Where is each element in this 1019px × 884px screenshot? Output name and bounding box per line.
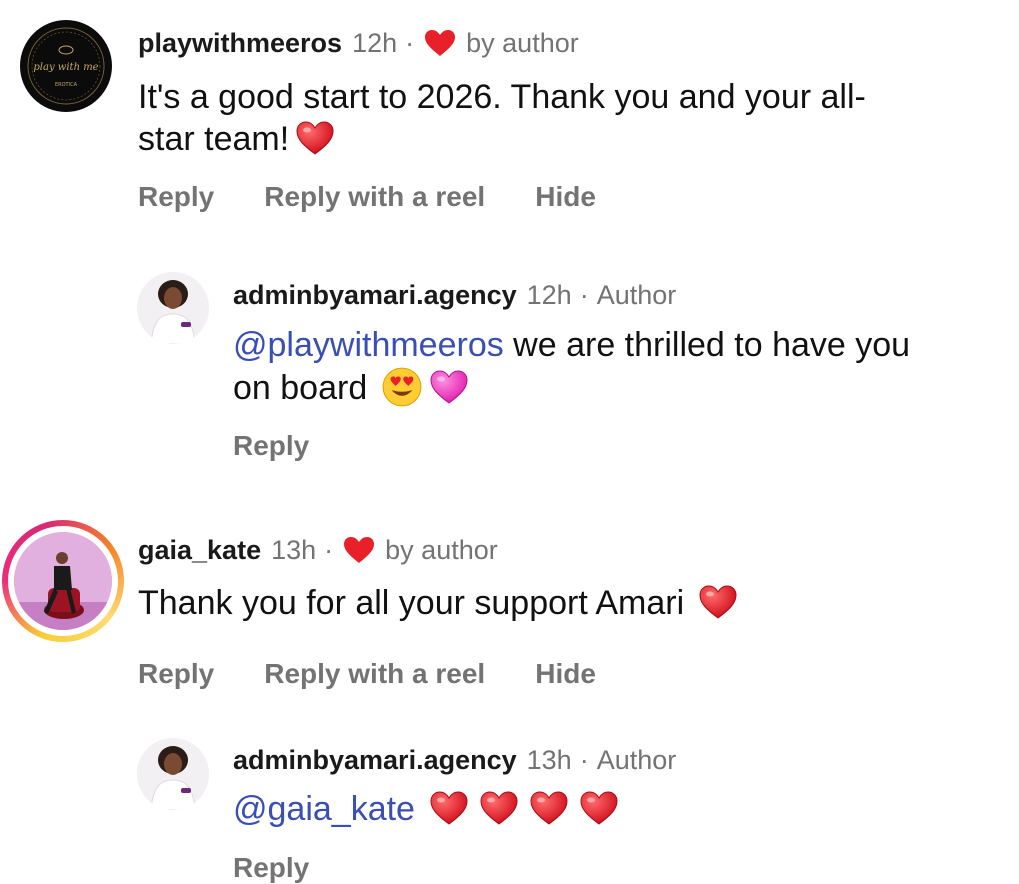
- reply-with-reel-button[interactable]: Reply with a reel: [264, 658, 485, 690]
- reply-button[interactable]: Reply: [138, 658, 214, 690]
- username[interactable]: gaia_kate: [138, 533, 261, 567]
- reply-with-reel-button[interactable]: Reply with a reel: [264, 181, 485, 213]
- separator: ·: [579, 745, 589, 775]
- liked-heart-icon: [343, 536, 375, 564]
- person-photo-icon: [137, 738, 209, 810]
- timestamp: 12h: [352, 28, 398, 58]
- reply-actions: Reply: [233, 852, 309, 884]
- reply-button[interactable]: Reply: [233, 430, 309, 462]
- liked-by-author-label: by author: [466, 28, 579, 58]
- comment-actions: Reply Reply with a reel Hide: [138, 658, 596, 690]
- hide-button[interactable]: Hide: [535, 658, 596, 690]
- avatar[interactable]: [137, 272, 209, 344]
- person-photo-icon: [14, 532, 112, 630]
- svg-text:play with me: play with me: [33, 62, 98, 73]
- separator: ·: [405, 28, 415, 58]
- username[interactable]: playwithmeeros: [138, 26, 342, 60]
- comment-text: Thank you for all your support Amari: [138, 582, 978, 624]
- red-heart-icon: [429, 790, 469, 826]
- reply-text: @playwithmeeros we are thrilled to have …: [233, 324, 1003, 409]
- reply-text-line: on board: [233, 366, 1003, 409]
- username[interactable]: adminbyamari.agency: [233, 278, 517, 312]
- author-badge: Author: [596, 745, 677, 775]
- comment-text-line: star team!: [138, 118, 978, 160]
- reply-header: adminbyamari.agency 13h · Author: [233, 743, 676, 777]
- heart-eyes-emoji-icon: [381, 366, 423, 408]
- avatar-border: [8, 526, 118, 636]
- red-heart-icon: [295, 120, 335, 156]
- red-heart-icon: [479, 790, 519, 826]
- person-photo-icon: [137, 272, 209, 344]
- comment-header: playwithmeeros 12h · by author: [138, 26, 579, 60]
- avatar: [14, 532, 112, 630]
- avatar[interactable]: [137, 738, 209, 810]
- author-badge: Author: [596, 280, 677, 310]
- mention-link[interactable]: @playwithmeeros: [233, 326, 504, 364]
- timestamp: 12h: [526, 280, 572, 310]
- username[interactable]: adminbyamari.agency: [233, 743, 517, 777]
- brand-logo-icon: play with me EROTICA: [27, 27, 105, 105]
- reply-text-line: @gaia_kate: [233, 788, 1003, 830]
- red-heart-icon: [579, 790, 619, 826]
- reply-header: adminbyamari.agency 12h · Author: [233, 278, 676, 312]
- pink-heart-icon: [429, 369, 469, 405]
- comment-text-line: Thank you for all your support Amari: [138, 582, 978, 624]
- mention-link[interactable]: @gaia_kate: [233, 790, 415, 828]
- timestamp: 13h: [271, 535, 317, 565]
- separator: ·: [324, 535, 334, 565]
- reply-text-line: @playwithmeeros we are thrilled to have …: [233, 326, 911, 364]
- comment-text: It's a good start to 2026. Thank you and…: [138, 76, 978, 160]
- comment-text-line: It's a good start to 2026. Thank you and…: [138, 78, 866, 116]
- comment-actions: Reply Reply with a reel Hide: [138, 181, 596, 213]
- reply-actions: Reply: [233, 430, 309, 462]
- avatar[interactable]: play with me EROTICA: [20, 20, 112, 112]
- separator: ·: [579, 280, 589, 310]
- timestamp: 13h: [526, 745, 572, 775]
- liked-by-author-label: by author: [385, 535, 498, 565]
- hide-button[interactable]: Hide: [535, 181, 596, 213]
- story-ring[interactable]: [2, 520, 124, 642]
- red-heart-icon: [529, 790, 569, 826]
- reply-button[interactable]: Reply: [138, 181, 214, 213]
- svg-text:EROTICA: EROTICA: [55, 82, 78, 88]
- comment-header: gaia_kate 13h · by author: [138, 533, 498, 567]
- liked-heart-icon: [424, 29, 456, 57]
- red-heart-icon: [698, 584, 738, 620]
- reply-text: @gaia_kate: [233, 788, 1003, 830]
- reply-button[interactable]: Reply: [233, 852, 309, 884]
